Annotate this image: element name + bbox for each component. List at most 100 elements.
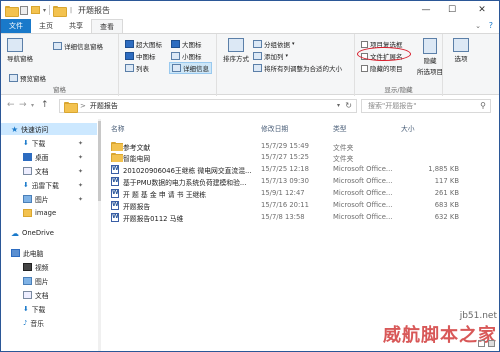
hide-selected-button[interactable]: 隐藏 所选项目 (417, 38, 443, 76)
pin-icon: ✦ (77, 195, 83, 203)
nav-pc-downloads[interactable]: ⬇ 下载 (1, 303, 97, 315)
search-placeholder: 搜索"开题报告" (368, 102, 417, 110)
nav-pc-pictures[interactable]: 图片 (1, 275, 97, 287)
details-label: 详细信息 (183, 65, 209, 73)
table-row[interactable]: 参考文献 15/7/29 15:49 文件夹 (105, 141, 465, 152)
minimize-button[interactable]: — (413, 1, 439, 19)
path-current[interactable]: 开题报告 (90, 101, 118, 111)
up-arrow-icon[interactable]: ↑ (41, 100, 49, 110)
hidden-items-checkbox[interactable] (361, 64, 368, 72)
maximize-button[interactable]: ☐ (439, 1, 465, 19)
table-row[interactable]: 开 题 基 金 申 请 书 王继栋 15/9/1 12:47 Microsoft… (105, 188, 465, 199)
file-name: 开题报告 (123, 203, 151, 211)
ribbon-tabs: 文件 主页 共享 查看 ⌄ ? (1, 19, 499, 33)
tab-share[interactable]: 共享 (61, 19, 91, 33)
pictures-icon (23, 195, 32, 203)
add-columns-icon (253, 52, 262, 60)
tab-home[interactable]: 主页 (31, 19, 61, 33)
details-pane-button[interactable]: 详细信息窗格 (53, 41, 103, 51)
details-view-toggle-icon[interactable] (478, 340, 485, 347)
file-size: 683 KB (434, 201, 459, 209)
file-date: 15/7/27 15:25 (261, 153, 309, 161)
column-header-size[interactable]: 大小 (401, 123, 415, 133)
table-row[interactable]: 基于PMU数据的电力系统负荷建模和验... 15/7/13 09:30 Micr… (105, 176, 465, 187)
back-arrow-icon[interactable]: ← (7, 100, 15, 110)
file-size: 261 KB (434, 189, 459, 197)
sort-icon (228, 38, 244, 52)
nav-item-documents[interactable]: 文档 ✦ (1, 165, 97, 177)
nav-this-pc[interactable]: 此电脑 (1, 247, 97, 259)
preview-pane-button[interactable]: 预览窗格 (9, 73, 46, 83)
table-row[interactable]: 智能电网 15/7/27 15:25 文件夹 (105, 152, 465, 163)
nav-quick-access[interactable]: ★ 快速访问 (1, 123, 97, 135)
table-row[interactable]: 开题报告0112 马维 15/7/8 13:58 Microsoft Offic… (105, 212, 465, 223)
options-button[interactable]: 选项 (453, 38, 469, 63)
options-icon (453, 38, 469, 52)
desktop-icon (23, 153, 32, 161)
hide-selected-label-2: 所选项目 (417, 68, 443, 76)
navigation-pane: ★ 快速访问 ⬇ 下载 ✦ 桌面 ✦ 文档 ✦ ⬇ 迅雷下载 ✦ 图片 ✦ im… (1, 119, 97, 351)
nav-item-label: 桌面 (35, 154, 49, 162)
new-folder-icon[interactable] (31, 6, 40, 14)
group-by-button[interactable]: 分组依据 ▾ (253, 39, 295, 49)
nav-pc-music[interactable]: ♪ 音乐 (1, 317, 97, 329)
nav-scrollbar[interactable] (98, 119, 101, 351)
explorer-window: ▾ | 开题报告 — ☐ ✕ 文件 主页 共享 查看 ⌄ ? 导航窗格 预览窗格… (0, 0, 500, 352)
tab-view[interactable]: 查看 (91, 19, 123, 33)
nav-pc-videos[interactable]: 视频 (1, 261, 97, 273)
expand-ribbon-icon[interactable]: ⌄ (475, 22, 481, 30)
pictures-icon (23, 277, 32, 285)
search-input[interactable]: 搜索"开题报告" ⚲ (361, 99, 491, 113)
view-large[interactable]: 大图标 (171, 39, 202, 49)
nav-item-desktop[interactable]: 桌面 ✦ (1, 151, 97, 163)
layout-group: 超大图标 大图标 中图标 小图标 列表 详细信息 (119, 34, 217, 96)
view-small[interactable]: 小图标 (171, 51, 202, 61)
thumbnail-view-toggle-icon[interactable] (488, 340, 495, 347)
column-header-date[interactable]: 修改日期 (261, 123, 288, 133)
column-header-type[interactable]: 类型 (333, 123, 347, 133)
table-row[interactable]: 开题报告 15/7/16 20:11 Microsoft Office... 6… (105, 200, 465, 211)
hidden-items-toggle[interactable]: 隐藏的项目 (361, 63, 403, 73)
nav-item-pictures[interactable]: 图片 ✦ (1, 193, 97, 205)
file-type: Microsoft Office... (333, 201, 393, 209)
file-date: 15/7/13 09:30 (261, 177, 309, 185)
nav-item-xunlei[interactable]: ⬇ 迅雷下载 ✦ (1, 179, 97, 191)
nav-pane-button[interactable]: 导航窗格 (7, 38, 33, 63)
view-details[interactable]: 详细信息 (169, 62, 212, 74)
sort-by-button[interactable]: 排序方式 (223, 38, 249, 63)
video-icon (23, 263, 32, 271)
refresh-icon[interactable]: ↻ (345, 101, 352, 110)
add-columns-button[interactable]: 添加列 ▾ (253, 51, 288, 61)
medium-label: 中图标 (136, 53, 156, 61)
table-row[interactable]: 201020906046王继栋 微电网交直流混... 15/7/25 12:18… (105, 164, 465, 175)
nav-item-downloads[interactable]: ⬇ 下载 ✦ (1, 137, 97, 149)
pin-icon: ✦ (77, 153, 83, 161)
view-medium[interactable]: 中图标 (125, 51, 156, 61)
computer-icon (11, 249, 20, 257)
nav-item-image[interactable]: image (1, 207, 97, 219)
column-header-name[interactable]: 名称 (111, 123, 125, 133)
size-columns-label: 将所有列调整为合适的大小 (264, 65, 342, 73)
large-icons-icon (171, 40, 180, 48)
customize-toolbar-icon[interactable]: ▾ (43, 7, 46, 14)
size-columns-button[interactable]: 将所有列调整为合适的大小 (253, 63, 342, 73)
nav-pc-documents[interactable]: 文档 (1, 289, 97, 301)
nav-onedrive[interactable]: ☁ OneDrive (1, 227, 97, 239)
dropdown-icon[interactable]: ▾ (337, 102, 340, 109)
nav-item-label: 下载 (31, 140, 46, 148)
close-button[interactable]: ✕ (465, 1, 499, 19)
view-list[interactable]: 列表 (125, 63, 149, 73)
item-checkboxes-checkbox[interactable] (361, 40, 368, 48)
nav-item-label: 文档 (35, 292, 49, 300)
watermark-site: jb51.net (459, 311, 497, 321)
address-path[interactable]: > 开题报告 ▾ ↻ (59, 99, 357, 113)
tab-file[interactable]: 文件 (1, 19, 31, 33)
properties-icon[interactable] (20, 5, 28, 15)
recent-locations-icon[interactable]: ▾ (31, 102, 34, 109)
view-extra-large[interactable]: 超大图标 (125, 39, 162, 49)
download-arrow-icon: ⬇ (23, 305, 29, 313)
forward-arrow-icon[interactable]: → (19, 100, 27, 110)
details-view-icon (172, 64, 181, 72)
word-doc-icon (111, 213, 119, 222)
help-icon[interactable]: ? (489, 21, 493, 30)
